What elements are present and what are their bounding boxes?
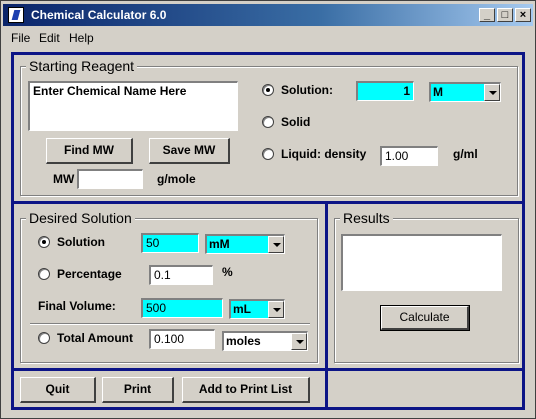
starting-solution-unit-value: M: [433, 85, 443, 99]
window-title: Chemical Calculator 6.0: [31, 8, 167, 22]
desired-solution-radio[interactable]: [38, 236, 50, 248]
desired-solution-input[interactable]: 50: [141, 233, 199, 253]
chevron-down-icon[interactable]: [291, 333, 307, 350]
chevron-down-icon[interactable]: [268, 301, 284, 318]
find-mw-button[interactable]: Find MW: [46, 138, 133, 164]
desired-solution-unit-select[interactable]: mM: [205, 234, 285, 254]
total-amount-unit-value: moles: [226, 334, 261, 348]
app-icon: [8, 7, 24, 23]
final-volume-label: Final Volume:: [38, 299, 116, 313]
empty-frame: [325, 368, 525, 410]
chevron-down-icon[interactable]: [268, 236, 284, 253]
divider: [30, 323, 310, 325]
desired-solution-unit-value: mM: [209, 237, 230, 251]
save-mw-button[interactable]: Save MW: [149, 138, 230, 164]
solid-label: Solid: [281, 115, 311, 129]
total-amount-unit-select[interactable]: moles: [222, 331, 308, 351]
solid-radio[interactable]: [262, 116, 274, 128]
starting-solution-input[interactable]: 1: [356, 81, 414, 101]
total-amount-input[interactable]: 0.100: [149, 329, 215, 349]
percentage-radio[interactable]: [38, 268, 50, 280]
calculate-button[interactable]: Calculate: [380, 305, 470, 331]
total-amount-label: Total Amount: [57, 331, 133, 345]
results-output: [341, 234, 502, 291]
mw-unit: g/mole: [157, 172, 196, 186]
final-volume-unit-select[interactable]: mL: [229, 299, 285, 319]
menu-help[interactable]: Help: [69, 31, 94, 45]
minimize-button[interactable]: _: [479, 8, 495, 22]
solution-radio[interactable]: [262, 84, 274, 96]
total-amount-radio[interactable]: [38, 332, 50, 344]
menu-bar: File Edit Help: [3, 29, 533, 47]
chemical-name-input[interactable]: Enter Chemical Name Here: [28, 81, 238, 131]
percentage-label: Percentage: [57, 267, 122, 281]
liquid-radio[interactable]: [262, 148, 274, 160]
menu-file[interactable]: File: [11, 31, 30, 45]
desired-solution-label: Solution: [57, 235, 105, 249]
mw-label: MW: [53, 172, 75, 186]
solution-label: Solution:: [281, 83, 333, 97]
menu-edit[interactable]: Edit: [39, 31, 60, 45]
final-volume-input[interactable]: 500: [141, 298, 223, 318]
density-input[interactable]: 1.00: [380, 146, 438, 166]
close-button[interactable]: ×: [515, 8, 531, 22]
mw-input[interactable]: [77, 169, 143, 189]
desired-solution-legend: Desired Solution: [26, 210, 135, 226]
title-bar[interactable]: Chemical Calculator 6.0 _ □ ×: [3, 4, 533, 26]
starting-solution-unit-select[interactable]: M: [429, 82, 501, 102]
final-volume-unit-value: mL: [233, 302, 251, 316]
density-unit: g/ml: [453, 147, 478, 161]
add-to-print-list-button[interactable]: Add to Print List: [182, 377, 310, 403]
starting-reagent-legend: Starting Reagent: [26, 58, 138, 74]
percentage-input[interactable]: 0.1: [149, 265, 213, 285]
percentage-unit: %: [222, 265, 233, 279]
results-legend: Results: [340, 210, 393, 226]
chevron-down-icon[interactable]: [484, 84, 500, 101]
liquid-density-label: Liquid: density: [281, 147, 367, 161]
app-window: Chemical Calculator 6.0 _ □ × File Edit …: [0, 0, 536, 419]
quit-button[interactable]: Quit: [20, 377, 96, 403]
print-button[interactable]: Print: [102, 377, 174, 403]
maximize-button[interactable]: □: [497, 8, 513, 22]
